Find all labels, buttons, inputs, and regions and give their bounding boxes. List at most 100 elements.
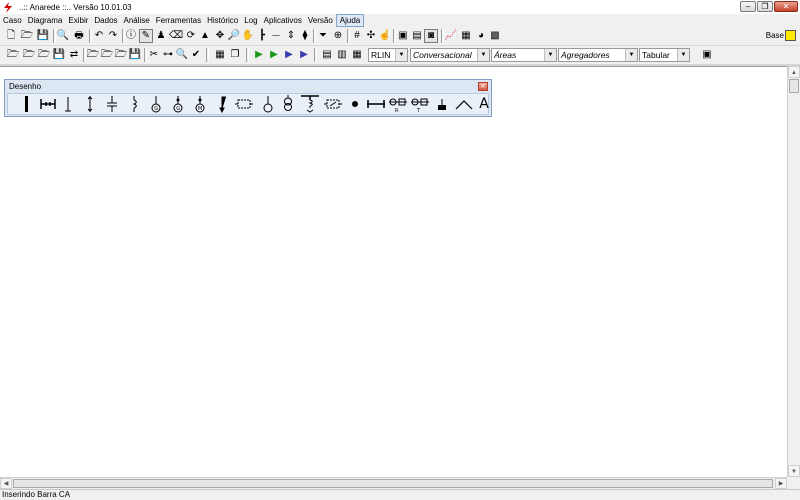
ground-icon[interactable] bbox=[432, 95, 452, 113]
bus-tool-icon[interactable]: ┣ bbox=[255, 29, 269, 43]
save-sav-icon[interactable]: 💾 bbox=[128, 48, 142, 62]
shunt-reactor-icon[interactable] bbox=[124, 95, 144, 113]
eraser-icon[interactable]: ⌫ bbox=[169, 29, 183, 43]
search-network-icon[interactable]: 🔍 bbox=[175, 48, 189, 62]
check-icon[interactable]: ✔ bbox=[189, 48, 203, 62]
areas-select[interactable]: Áreas ▼ bbox=[491, 48, 557, 62]
grid-chart-icon[interactable]: ▦ bbox=[459, 29, 473, 43]
report-view-icon[interactable]: ▤ bbox=[320, 48, 334, 62]
edit-pencil-icon[interactable]: ✎ bbox=[139, 29, 153, 43]
horizontal-scroll-thumb[interactable] bbox=[13, 479, 773, 488]
palette-close-button[interactable]: ✕ bbox=[478, 82, 488, 91]
aggregators-select[interactable]: Agregadores ▼ bbox=[558, 48, 638, 62]
hand-pointer-icon[interactable]: ☝ bbox=[378, 29, 392, 43]
branch-line-icon[interactable] bbox=[58, 95, 78, 113]
maximize-button[interactable]: ❐ bbox=[757, 1, 773, 12]
menu-exibir[interactable]: Exibir bbox=[65, 14, 91, 27]
scroll-up-icon[interactable]: ▲ bbox=[788, 66, 800, 78]
menu-historico[interactable]: Histórico bbox=[204, 14, 241, 27]
triangle-icon[interactable]: ▲ bbox=[198, 29, 212, 43]
open-sav-2-icon[interactable]: 🗁 bbox=[100, 48, 114, 62]
open-sav-3-icon[interactable]: 🗁 bbox=[114, 48, 128, 62]
console-icon[interactable]: ▣ bbox=[700, 48, 714, 62]
scroll-down-icon[interactable]: ▼ bbox=[788, 465, 800, 477]
menu-diagrama[interactable]: Diagrama bbox=[25, 14, 66, 27]
synchronous-generator-icon[interactable]: G bbox=[168, 95, 188, 113]
chart-window-icon[interactable]: ▤ bbox=[410, 29, 424, 43]
shunt-capacitor-icon[interactable] bbox=[102, 95, 122, 113]
menu-aplicativos[interactable]: Aplicativos bbox=[261, 14, 305, 27]
table-icon[interactable]: ▦ bbox=[213, 48, 227, 62]
horizontal-scrollbar[interactable]: ◀ ▶ bbox=[0, 477, 787, 489]
close-button[interactable]: ✕ bbox=[774, 1, 798, 12]
menu-ferramentas[interactable]: Ferramentas bbox=[153, 14, 204, 27]
target-icon[interactable]: ⊕ bbox=[331, 29, 345, 43]
undo-icon[interactable]: ↶ bbox=[92, 29, 106, 43]
move-icon[interactable]: ✥ bbox=[213, 29, 227, 43]
scroll-left-icon[interactable]: ◀ bbox=[0, 478, 12, 489]
line-tool-icon[interactable]: ⏤ bbox=[269, 29, 283, 43]
mode-select[interactable]: Conversacional ▼ bbox=[410, 48, 490, 62]
breaker-icon[interactable]: ⧫ bbox=[298, 29, 312, 43]
menu-versao[interactable]: Versão bbox=[305, 14, 336, 27]
run-continuation-icon[interactable]: ▶ bbox=[282, 48, 296, 62]
open-case-icon[interactable]: 🗁 bbox=[6, 48, 20, 62]
diagram-canvas[interactable] bbox=[0, 66, 787, 478]
open-case-2-icon[interactable]: 🗁 bbox=[22, 48, 36, 62]
view-format-select[interactable]: Tabular ▼ bbox=[639, 48, 690, 62]
pie-chart-icon[interactable]: ◕ bbox=[474, 29, 488, 43]
node-dot-icon[interactable] bbox=[345, 95, 365, 113]
open-sav-icon[interactable]: 🗁 bbox=[86, 48, 100, 62]
refresh-green-icon[interactable]: ⟳ bbox=[184, 29, 198, 43]
print-preview-icon[interactable]: 🔍 bbox=[56, 29, 70, 43]
bus-bar-icon[interactable] bbox=[16, 95, 36, 113]
list-view-icon[interactable]: ▦ bbox=[350, 48, 364, 62]
text-tool-icon[interactable]: A bbox=[474, 95, 494, 113]
save-case-icon[interactable]: 💾 bbox=[52, 48, 66, 62]
report-icon[interactable]: ▣ bbox=[396, 29, 410, 43]
pan-hand-icon[interactable]: ✋ bbox=[241, 29, 255, 43]
menu-caso[interactable]: Caso bbox=[0, 14, 25, 27]
motor-icon[interactable]: M bbox=[190, 95, 210, 113]
base-color-swatch[interactable] bbox=[785, 30, 796, 41]
hvdc-link-icon[interactable] bbox=[323, 95, 343, 113]
series-device-icon[interactable] bbox=[234, 95, 254, 113]
color-map-icon[interactable]: ▩ bbox=[488, 29, 502, 43]
polyline-icon[interactable] bbox=[454, 95, 474, 113]
cut-icon[interactable]: ✂ bbox=[147, 48, 161, 62]
program-select[interactable]: RLIN ▼ bbox=[368, 48, 408, 62]
menu-ajuda[interactable]: Ajuda bbox=[335, 14, 365, 27]
vertical-scroll-thumb[interactable] bbox=[789, 79, 799, 93]
print-icon[interactable]: 🖶 bbox=[72, 29, 86, 43]
person-icon[interactable]: ♟ bbox=[154, 29, 168, 43]
transmission-line-icon[interactable] bbox=[80, 95, 100, 113]
save-icon[interactable]: 💾 bbox=[36, 29, 50, 43]
zoom-icon[interactable]: 🔎 bbox=[227, 29, 241, 43]
menu-analise[interactable]: Análise bbox=[121, 14, 153, 27]
filter-icon[interactable]: ⏷ bbox=[316, 29, 330, 43]
run-step-icon[interactable]: ▶ bbox=[267, 48, 281, 62]
line-chart-icon[interactable]: 📈 bbox=[444, 29, 458, 43]
load-icon[interactable] bbox=[212, 95, 232, 113]
windows-icon[interactable]: ❐ bbox=[228, 48, 242, 62]
menu-dados[interactable]: Dados bbox=[91, 14, 120, 27]
relay-r-icon[interactable]: R bbox=[388, 95, 408, 113]
monitor-icon[interactable]: ◙ bbox=[424, 29, 438, 43]
grid-hash-icon[interactable]: # bbox=[350, 29, 364, 43]
static-compensator-icon[interactable] bbox=[258, 95, 278, 113]
bus-section-icon[interactable] bbox=[38, 95, 58, 113]
menu-log[interactable]: Log bbox=[241, 14, 260, 27]
run-analysis-icon[interactable]: ▶ bbox=[297, 48, 311, 62]
sync-icon[interactable]: ⇄ bbox=[67, 48, 81, 62]
network-icon[interactable]: ✣ bbox=[364, 29, 378, 43]
run-icon[interactable]: ▶ bbox=[252, 48, 266, 62]
open-folder-icon[interactable]: 🗁 bbox=[20, 29, 34, 43]
relay-t-icon[interactable]: T bbox=[410, 95, 430, 113]
new-file-icon[interactable]: 🗋 bbox=[4, 29, 18, 43]
transformer-icon[interactable] bbox=[278, 95, 298, 113]
three-winding-transformer-icon[interactable] bbox=[300, 95, 320, 113]
switch-icon[interactable]: ⇕ bbox=[284, 29, 298, 43]
minimize-button[interactable]: ‒ bbox=[740, 1, 756, 12]
vertical-scrollbar[interactable]: ▲ ▼ bbox=[787, 66, 800, 477]
series-line-icon[interactable] bbox=[366, 95, 386, 113]
